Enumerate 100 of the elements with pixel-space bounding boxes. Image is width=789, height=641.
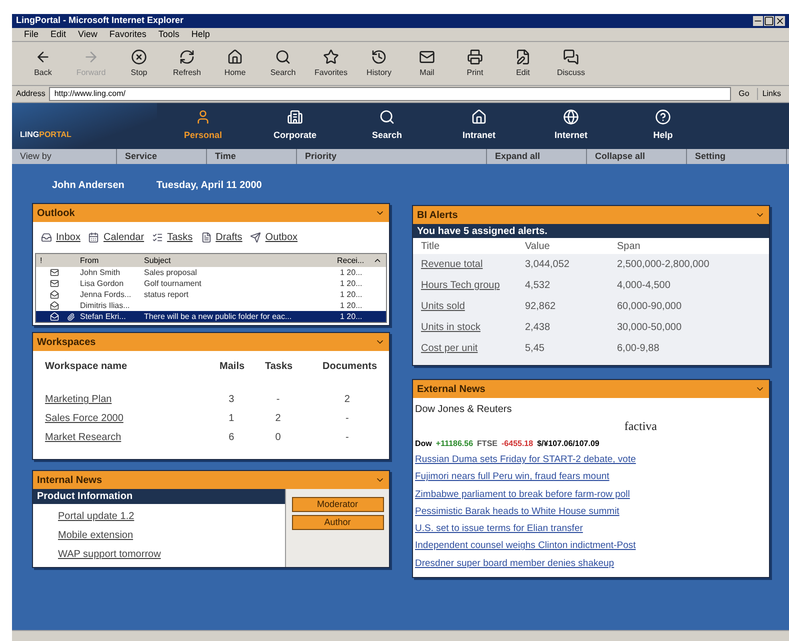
menu-item[interactable]: Help: [191, 28, 210, 42]
toolbar-button[interactable]: Discuss: [548, 44, 594, 82]
bar-item[interactable]: Setting: [687, 149, 787, 164]
panel-title: External News: [417, 382, 486, 396]
nav-tab[interactable]: Personal: [157, 103, 249, 149]
send-icon: [250, 232, 262, 243]
headline-link[interactable]: Dresdner super board member denies shakeup: [415, 556, 614, 571]
table-cell-text: -: [344, 412, 350, 426]
nav-tab[interactable]: Help: [617, 103, 709, 149]
bar-item[interactable]: Expand all: [487, 149, 587, 164]
nav-tab[interactable]: Search: [341, 103, 433, 149]
column-header[interactable]: Subject: [144, 254, 337, 266]
alert-link[interactable]: Units sold: [421, 299, 525, 314]
mail-subject: Golf tournament: [144, 278, 202, 290]
role-button[interactable]: Moderator: [292, 497, 384, 512]
table-cell-text: 92,862: [525, 300, 557, 314]
folder-link[interactable]: Drafts: [200, 230, 242, 245]
alerts-summary: You have 5 assigned alerts.: [413, 224, 769, 238]
help-icon: [655, 109, 671, 126]
stop-icon: [131, 48, 147, 64]
links-button[interactable]: Links: [757, 88, 785, 100]
alert-link[interactable]: Units in stock: [421, 320, 525, 335]
mail-from: Stefan Ekri...: [80, 310, 127, 322]
address-field[interactable]: http://www.ling.com/: [49, 87, 731, 101]
table-cell-text: 3,044,052: [525, 258, 570, 272]
go-button[interactable]: Go: [734, 88, 754, 100]
bar-item[interactable]: Collapse all: [587, 149, 687, 164]
toolbar-button[interactable]: History: [356, 44, 402, 82]
minimize-icon[interactable]: [753, 16, 763, 26]
alert-link[interactable]: Cost per unit: [421, 341, 525, 356]
headline-link[interactable]: Russian Duma sets Friday for START-2 debate, vote: [415, 453, 636, 468]
menu-item[interactable]: Edit: [50, 28, 66, 42]
toolbar-button[interactable]: Refresh: [164, 44, 210, 82]
table-cell-text: 2,438: [525, 321, 552, 335]
edit-icon: [515, 48, 531, 64]
column-header: Workspace name: [45, 360, 128, 374]
table-cell-text: 60,000-90,000: [617, 300, 683, 314]
envelope-icon: [50, 279, 59, 288]
news-link[interactable]: WAP support tomorrow: [58, 547, 285, 562]
panel-title: BI Alerts: [417, 208, 458, 222]
scroll-up-icon[interactable]: [373, 256, 382, 265]
inbox-icon: [41, 232, 52, 243]
toolbar-button[interactable]: Edit: [500, 44, 546, 82]
bar-item[interactable]: View by: [12, 149, 117, 164]
nav-tab[interactable]: Intranet: [433, 103, 525, 149]
home-icon: [227, 48, 243, 64]
column-header: Documents: [322, 360, 377, 374]
role-button[interactable]: Author: [292, 515, 384, 530]
menu-item[interactable]: View: [78, 28, 98, 42]
date-text: Tuesday, April 11 2000: [156, 179, 262, 193]
toolbar-button[interactable]: Mail: [404, 44, 450, 82]
alert-link[interactable]: Hours Tech group: [421, 278, 525, 293]
menu-item[interactable]: File: [24, 28, 39, 42]
folder-link[interactable]: Inbox: [41, 230, 80, 245]
toolbar-button[interactable]: Stop: [116, 44, 162, 82]
news-link[interactable]: Mobile extension: [58, 528, 285, 543]
mail-subject: There will be a new public folder for eac...: [144, 310, 293, 322]
news-link[interactable]: Portal update 1.2: [58, 509, 285, 524]
workspace-link[interactable]: Marketing Plan: [45, 392, 208, 407]
column-header: Mails: [218, 360, 246, 374]
bar-item[interactable]: Priority: [297, 149, 487, 164]
nav-tab[interactable]: Internet: [525, 103, 617, 149]
maximize-icon[interactable]: [764, 16, 774, 26]
panel-title: Internal News: [37, 474, 102, 488]
headline-link[interactable]: Fujimori nears full Peru win, fraud fears mount: [415, 470, 610, 484]
folder-link[interactable]: Outbox: [250, 230, 298, 245]
bar-item[interactable]: Time: [207, 149, 297, 164]
mail-received: 1 20...: [340, 300, 364, 312]
alert-link[interactable]: Revenue total: [421, 257, 525, 272]
table-cell-text: 2: [274, 412, 282, 426]
folder-link[interactable]: Tasks: [152, 230, 193, 245]
toolbar-button[interactable]: Back: [20, 44, 66, 82]
toolbar-button[interactable]: Home: [212, 44, 258, 82]
menu-item[interactable]: Tools: [158, 28, 180, 42]
menu-item[interactable]: Favorites: [109, 28, 146, 42]
folder-link[interactable]: Calendar: [88, 230, 144, 245]
table-cell-text: 2,500,000-2,800,000: [617, 258, 710, 272]
toolbar-button[interactable]: Print: [452, 44, 498, 82]
mail-row[interactable]: Stefan Ekri... There will be a new public folder for eac... 1 20...: [36, 311, 386, 322]
headline-link[interactable]: Pessimistic Barak heads to White House summit: [415, 504, 620, 519]
toolbar-button[interactable]: Search: [260, 44, 306, 82]
ticker-text: Dow: [415, 438, 432, 450]
column-header[interactable]: !: [36, 254, 80, 266]
headline-link[interactable]: Zimbabwe parliament to break before farm-row poll: [415, 488, 630, 502]
headline-link[interactable]: Independent counsel weighs Clinton indictment-Post: [415, 539, 636, 554]
bar-item[interactable]: Service: [117, 149, 207, 164]
headline-link[interactable]: U.S. set to issue terms for Elian transfer: [415, 522, 583, 536]
workspace-link[interactable]: Market Research: [45, 430, 208, 445]
toolbar-button[interactable]: Favorites: [308, 44, 354, 82]
workspace-link[interactable]: Sales Force 2000: [45, 411, 208, 426]
table-cell-text: -: [275, 393, 281, 407]
column-header[interactable]: Recei...: [337, 254, 373, 266]
column-header[interactable]: From: [80, 254, 144, 266]
ticker-text: $/¥107.06/107.09: [537, 438, 600, 450]
address-label: Address: [16, 88, 46, 100]
close-icon[interactable]: [775, 16, 785, 26]
document-icon: [200, 232, 212, 243]
mail-subject: Sales proposal: [144, 266, 198, 278]
nav-tab[interactable]: Corporate: [249, 103, 341, 149]
brand-logo: factiva: [624, 418, 657, 435]
